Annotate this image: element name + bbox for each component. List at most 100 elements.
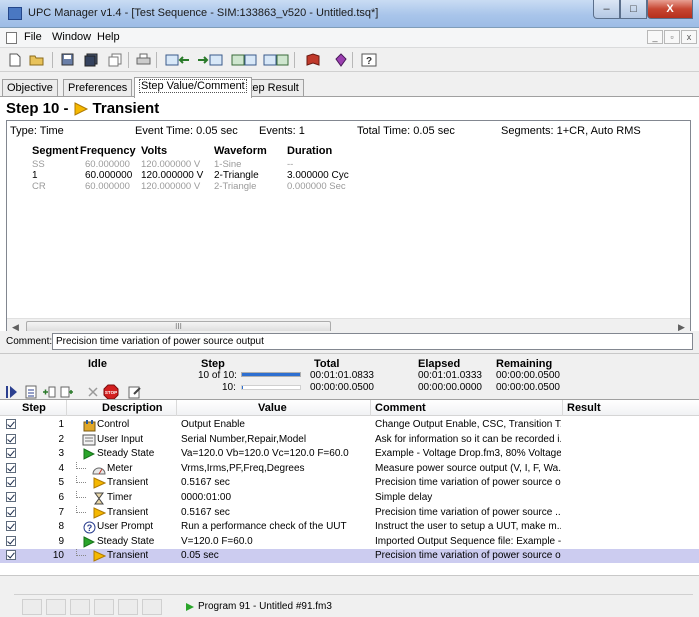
table-row[interactable]: 5 Transient 0.5167 sec Precision time varia… [0, 476, 699, 490]
step-enabled-checkbox[interactable] [6, 550, 16, 561]
step-enabled-checkbox[interactable] [6, 419, 16, 429]
table-row[interactable]: 1 Control Output Enable Change Output Enabl… [0, 418, 699, 432]
mdi-restore-button[interactable]: ▫ [664, 30, 680, 44]
step-description: Control [97, 419, 130, 430]
append-step-icon[interactable] [58, 384, 76, 400]
document-icon[interactable] [6, 32, 17, 44]
step-enabled-checkbox[interactable] [6, 492, 16, 502]
step-enabled-checkbox[interactable] [6, 521, 16, 532]
export-sequence-icon[interactable] [196, 51, 224, 68]
transient-icon [74, 101, 88, 116]
stop-icon[interactable]: STOP [102, 384, 120, 400]
minimize-button[interactable]: – [593, 0, 620, 19]
insert-step-icon[interactable] [22, 384, 40, 400]
event-count: Events: 1 [259, 125, 305, 137]
step-value: Vrms,Irms,PF,Freq,Degrees [181, 462, 305, 474]
add-step-icon[interactable] [40, 384, 58, 400]
table-row[interactable]: 10 Transient 0.05 sec Precision time variat… [0, 549, 699, 564]
step-enabled-checkbox[interactable] [6, 433, 16, 444]
toolbar-separator [294, 52, 295, 68]
column-divider[interactable] [370, 400, 371, 416]
step-enabled-checkbox[interactable] [6, 506, 16, 517]
step-comment: Simple delay [375, 492, 433, 503]
program-name: Program 91 - Untitled #91.fm3 [198, 601, 332, 612]
run-state: Idle [88, 358, 107, 370]
step-enabled-checkbox[interactable] [6, 462, 16, 473]
total-label: Total [314, 358, 340, 370]
table-row[interactable]: 4 Meter Vrms,Irms,PF,Freq,Degrees Measure p… [0, 461, 699, 476]
toolbar-separator [156, 52, 157, 68]
comment-field[interactable]: Precision time variation of power source… [52, 333, 693, 350]
step-value: 0000:01:00 [181, 492, 232, 503]
header-description[interactable]: Description [102, 402, 163, 414]
download-sequence-icon[interactable] [262, 51, 290, 68]
header-value[interactable]: Value [258, 402, 287, 414]
menu-file[interactable]: File [24, 31, 42, 43]
open-folder-icon[interactable] [28, 51, 46, 68]
col-volts: Volts [141, 145, 168, 157]
column-divider[interactable] [176, 400, 177, 416]
upload-sequence-icon[interactable] [230, 51, 258, 68]
step-comment: Precision time variation of power source… [375, 550, 561, 562]
delete-step-icon[interactable] [84, 384, 102, 400]
step-enabled-checkbox[interactable] [6, 477, 16, 488]
column-divider[interactable] [562, 400, 563, 416]
import-sequence-icon[interactable] [164, 51, 192, 68]
step-number: 5 [58, 477, 64, 489]
step-details-box: Type: Time Event Time: 0.05 sec Events: … [6, 120, 691, 336]
step-number: 10 [52, 550, 64, 562]
table-row[interactable]: 9 Steady State V=120.0 F=60.0 Imported Outp… [0, 535, 699, 549]
print-icon[interactable] [134, 51, 152, 68]
step-number: 3 [58, 448, 64, 460]
step-value: V=120.0 F=60.0 [181, 535, 253, 547]
header-step[interactable]: Step [22, 402, 46, 414]
tree-connector [76, 505, 86, 513]
gem-icon[interactable] [332, 51, 350, 68]
step-enabled-checkbox[interactable] [6, 448, 16, 459]
table-row[interactable]: 2 User Input Serial Number,Repair,Model Ask… [0, 433, 699, 447]
tab-step-value-comment-label: Step Value/Comment [139, 79, 247, 93]
run-icon[interactable] [2, 384, 20, 400]
step-heading: Step 10 - Transient [6, 100, 159, 117]
title-bar: UPC Manager v1.4 - [Test Sequence - SIM:… [0, 0, 699, 28]
table-row[interactable]: 7 Transient 0.5167 sec Precision time varia… [0, 505, 699, 520]
tab-objective[interactable]: Objective [2, 79, 58, 97]
mdi-minimize-button[interactable]: _ [647, 30, 663, 44]
close-button[interactable]: X [647, 0, 693, 19]
save-icon[interactable] [58, 51, 76, 68]
new-file-icon[interactable] [6, 51, 24, 68]
header-result[interactable]: Result [567, 402, 601, 414]
step-enabled-checkbox[interactable] [6, 535, 16, 546]
step-description: Timer [107, 492, 133, 503]
help-icon[interactable]: ? [360, 51, 378, 68]
menu-bar: File Window Help _ ▫ x [0, 28, 699, 48]
table-row[interactable]: 8? User Prompt Run a performance check of … [0, 520, 699, 534]
header-comment[interactable]: Comment [375, 402, 426, 414]
mdi-close-button[interactable]: x [681, 30, 697, 44]
menu-help[interactable]: Help [97, 31, 120, 43]
step-comment: Change Output Enable, CSC, Transition T.… [375, 419, 561, 430]
table-row[interactable]: 6 Timer 0000:01:00 Simple delay [0, 491, 699, 505]
volts-cell: 120.000000 V [141, 159, 201, 170]
step-description: Meter [107, 462, 133, 474]
table-row[interactable]: 3 Steady State Va=120.0 Vb=120.0 Vc=120.0 … [0, 447, 699, 461]
book-icon[interactable] [304, 51, 322, 68]
tab-preferences[interactable]: Preferences [63, 79, 133, 97]
step-value: 0.5167 sec [181, 477, 230, 489]
toolbar: ? [0, 48, 699, 72]
current-progress-bar [241, 385, 301, 390]
step-value: Serial Number,Repair,Model [181, 433, 307, 445]
edit-step-icon[interactable] [126, 384, 144, 400]
column-divider[interactable] [66, 400, 67, 416]
tab-step-value-comment[interactable]: Step Value/Comment [134, 77, 252, 98]
status-pane [46, 599, 66, 615]
tree-connector [76, 461, 86, 469]
maximize-button[interactable]: □ [620, 0, 647, 19]
menu-window[interactable]: Window [52, 31, 91, 43]
svg-text:?: ? [86, 523, 92, 533]
toolbar-separator [352, 52, 353, 68]
status-pane [70, 599, 90, 615]
save-all-icon[interactable] [82, 51, 100, 68]
segment-summary: Segments: 1+CR, Auto RMS [501, 125, 641, 137]
copy-icon[interactable] [106, 51, 124, 68]
